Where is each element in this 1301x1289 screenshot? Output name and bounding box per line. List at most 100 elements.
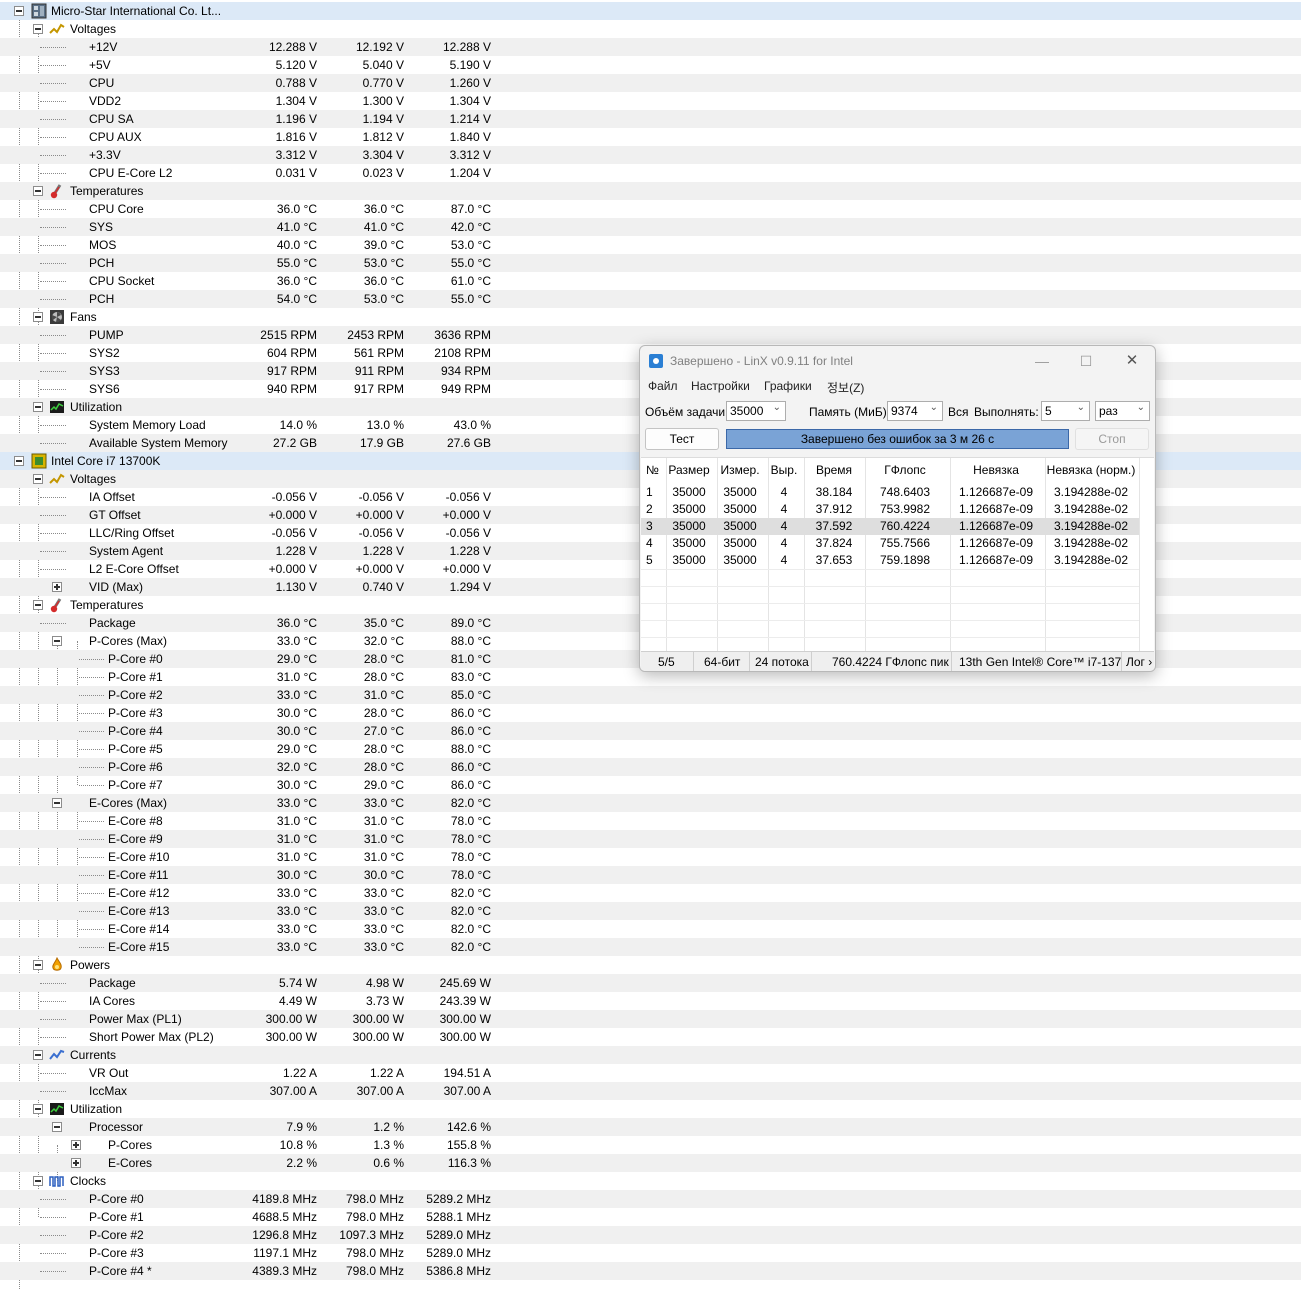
sensor-row[interactable]: E-Core #12 33.0 °C 33.0 °C 82.0 °C xyxy=(0,884,1301,902)
sensor-row[interactable]: IccMax 307.00 A 307.00 A 307.00 A xyxy=(0,1082,1301,1100)
sensor-row[interactable]: CPU Core 36.0 °C 36.0 °C 87.0 °C xyxy=(0,200,1301,218)
sensor-row[interactable]: P-Core #4 30.0 °C 27.0 °C 86.0 °C xyxy=(0,722,1301,740)
collapse-icon[interactable] xyxy=(33,600,43,610)
maximize-button[interactable]: ☐ xyxy=(1064,346,1108,376)
sensor-row[interactable]: +5V 5.120 V 5.040 V 5.190 V xyxy=(0,56,1301,74)
collapse-icon[interactable] xyxy=(33,1050,43,1060)
column-header[interactable]: ГФлопс xyxy=(875,463,935,477)
sensor-row[interactable]: Package 5.74 W 4.98 W 245.69 W xyxy=(0,974,1301,992)
expand-icon[interactable] xyxy=(71,1158,81,1168)
sensor-row[interactable]: P-Core #3 30.0 °C 28.0 °C 86.0 °C xyxy=(0,704,1301,722)
column-header[interactable]: Время xyxy=(804,463,864,477)
sensor-row[interactable]: CPU E-Core L2 0.031 V 0.023 V 1.204 V xyxy=(0,164,1301,182)
problem-size-combo[interactable]: 35000 ⌄ xyxy=(726,401,786,421)
sensor-row[interactable]: PUMP 2515 RPM 2453 RPM 3636 RPM xyxy=(0,326,1301,344)
sensor-row[interactable]: CPU AUX 1.816 V 1.812 V 1.840 V xyxy=(0,128,1301,146)
menu-graphs[interactable]: Графики xyxy=(764,379,812,393)
sensor-row[interactable]: Short Power Max (PL2) 300.00 W 300.00 W 300… xyxy=(0,1028,1301,1046)
value-min: 12.192 V xyxy=(355,40,404,54)
stop-button[interactable]: Стоп xyxy=(1075,428,1149,450)
sensor-row[interactable]: E-Core #11 30.0 °C 30.0 °C 78.0 °C xyxy=(0,866,1301,884)
sensor-row[interactable]: PCH 55.0 °C 53.0 °C 55.0 °C xyxy=(0,254,1301,272)
sensor-group-row[interactable]: Powers xyxy=(0,956,1301,974)
sensor-row[interactable]: P-Core #5 29.0 °C 28.0 °C 88.0 °C xyxy=(0,740,1301,758)
table-row[interactable]: 4 35000 35000 4 37.824 755.7566 1.126687e-09 3.… xyxy=(641,535,1139,552)
column-header[interactable]: № xyxy=(646,463,659,477)
sensor-row[interactable]: P-Core #3 1197.1 MHz 798.0 MHz 5289.0 MHz xyxy=(0,1244,1301,1262)
table-row[interactable]: 5 35000 35000 4 37.653 759.1898 1.126687e-09 3.… xyxy=(641,552,1139,569)
sensor-row[interactable]: P-Cores 10.8 % 1.3 % 155.8 % xyxy=(0,1136,1301,1154)
collapse-icon[interactable] xyxy=(14,456,24,466)
sensor-row[interactable]: P-Core #7 30.0 °C 29.0 °C 86.0 °C xyxy=(0,776,1301,794)
sensor-row[interactable]: Processor 7.9 % 1.2 % 142.6 % xyxy=(0,1118,1301,1136)
collapse-icon[interactable] xyxy=(33,24,43,34)
sensor-row[interactable]: E-Cores 2.2 % 0.6 % 116.3 % xyxy=(0,1154,1301,1172)
sensor-row[interactable]: P-Core #6 32.0 °C 28.0 °C 86.0 °C xyxy=(0,758,1301,776)
run-unit-value: раз xyxy=(1099,404,1118,418)
menu-settings[interactable]: Настройки xyxy=(691,379,750,393)
sensor-row[interactable]: P-Core #2 33.0 °C 31.0 °C 85.0 °C xyxy=(0,686,1301,704)
collapse-icon[interactable] xyxy=(33,1104,43,1114)
collapse-icon[interactable] xyxy=(33,474,43,484)
sensor-group-row[interactable]: Currents xyxy=(0,1046,1301,1064)
sensor-row[interactable]: P-Core #0 4189.8 MHz 798.0 MHz 5289.2 MHz xyxy=(0,1190,1301,1208)
sensor-row[interactable]: E-Core #13 33.0 °C 33.0 °C 82.0 °C xyxy=(0,902,1301,920)
sensor-group-row[interactable]: Clocks xyxy=(0,1172,1301,1190)
collapse-icon[interactable] xyxy=(14,6,24,16)
sensor-row[interactable]: P-Core #4 * 4389.3 MHz 798.0 MHz 5386.8 MHz xyxy=(0,1262,1301,1280)
device-row[interactable]: Micro-Star International Co. Lt... xyxy=(0,2,1301,20)
table-row[interactable]: 3 35000 35000 4 37.592 760.4224 1.126687e-09 3.… xyxy=(641,518,1139,535)
sensor-row[interactable]: SYS 41.0 °C 41.0 °C 42.0 °C xyxy=(0,218,1301,236)
run-count-combo[interactable]: 5 ⌄ xyxy=(1041,401,1090,421)
sensor-row[interactable]: CPU Socket 36.0 °C 36.0 °C 61.0 °C xyxy=(0,272,1301,290)
table-row[interactable]: 2 35000 35000 4 37.912 753.9982 1.126687e-09 3.… xyxy=(641,501,1139,518)
memory-combo[interactable]: 9374 ⌄ xyxy=(887,401,943,421)
expand-icon[interactable] xyxy=(71,1140,81,1150)
sensor-row[interactable]: +12V 12.288 V 12.192 V 12.288 V xyxy=(0,38,1301,56)
sensor-group-row[interactable]: Fans xyxy=(0,308,1301,326)
sensor-row[interactable]: IA Cores 4.49 W 3.73 W 243.39 W xyxy=(0,992,1301,1010)
collapse-icon[interactable] xyxy=(33,402,43,412)
tree-guide-line xyxy=(40,569,66,570)
collapse-icon[interactable] xyxy=(52,798,62,808)
sensor-group-row[interactable]: Voltages xyxy=(0,20,1301,38)
sensor-row[interactable]: E-Core #9 31.0 °C 31.0 °C 78.0 °C xyxy=(0,830,1301,848)
collapse-icon[interactable] xyxy=(33,186,43,196)
sensor-row[interactable]: PCH 54.0 °C 53.0 °C 55.0 °C xyxy=(0,290,1301,308)
sensor-row[interactable]: E-Cores (Max) 33.0 °C 33.0 °C 82.0 °C xyxy=(0,794,1301,812)
collapse-icon[interactable] xyxy=(52,636,62,646)
sensor-row[interactable]: P-Core #1 4688.5 MHz 798.0 MHz 5288.1 MHz xyxy=(0,1208,1301,1226)
test-button[interactable]: Тест xyxy=(645,428,719,450)
sensor-row[interactable]: P-Core #2 1296.8 MHz 1097.3 MHz 5289.0 MHz xyxy=(0,1226,1301,1244)
minimize-button[interactable]: — xyxy=(1020,346,1064,376)
sensor-row[interactable]: +3.3V 3.312 V 3.304 V 3.312 V xyxy=(0,146,1301,164)
sensor-row[interactable]: MOS 40.0 °C 39.0 °C 53.0 °C xyxy=(0,236,1301,254)
sensor-row[interactable]: Power Max (PL1) 300.00 W 300.00 W 300.00 W xyxy=(0,1010,1301,1028)
run-unit-combo[interactable]: раз ⌄ xyxy=(1095,401,1150,421)
log-button[interactable]: Лог › xyxy=(1126,655,1152,669)
sensor-group-row[interactable]: Temperatures xyxy=(0,182,1301,200)
sensor-group-row[interactable]: Utilization xyxy=(0,1100,1301,1118)
column-header[interactable]: Невязка (норм.) xyxy=(1045,463,1137,477)
sensor-row[interactable]: CPU 0.788 V 0.770 V 1.260 V xyxy=(0,74,1301,92)
collapse-icon[interactable] xyxy=(33,1176,43,1186)
column-header[interactable]: Невязка xyxy=(950,463,1042,477)
sensor-row[interactable]: E-Core #14 33.0 °C 33.0 °C 82.0 °C xyxy=(0,920,1301,938)
collapse-icon[interactable] xyxy=(52,1122,62,1132)
value-max: 5289.2 MHz xyxy=(426,1192,491,1206)
menu-file[interactable]: Файл xyxy=(648,379,678,393)
sensor-row[interactable]: E-Core #15 33.0 °C 33.0 °C 82.0 °C xyxy=(0,938,1301,956)
collapse-icon[interactable] xyxy=(33,960,43,970)
menu-info[interactable]: 정보(Z) xyxy=(827,379,864,396)
all-memory-option[interactable]: Вся xyxy=(948,405,969,419)
table-row[interactable]: 1 35000 35000 4 38.184 748.6403 1.126687e-09 3.… xyxy=(641,484,1139,501)
linx-titlebar[interactable]: Завершено - LinX v0.9.11 for Intel — ☐ ✕ xyxy=(640,346,1155,376)
close-button[interactable]: ✕ xyxy=(1110,346,1154,376)
sensor-row[interactable]: E-Core #8 31.0 °C 31.0 °C 78.0 °C xyxy=(0,812,1301,830)
expand-icon[interactable] xyxy=(52,582,62,592)
sensor-row[interactable]: E-Core #10 31.0 °C 31.0 °C 78.0 °C xyxy=(0,848,1301,866)
sensor-row[interactable]: VDD2 1.304 V 1.300 V 1.304 V xyxy=(0,92,1301,110)
sensor-row[interactable]: VR Out 1.22 A 1.22 A 194.51 A xyxy=(0,1064,1301,1082)
collapse-icon[interactable] xyxy=(33,312,43,322)
sensor-row[interactable]: CPU SA 1.196 V 1.194 V 1.214 V xyxy=(0,110,1301,128)
